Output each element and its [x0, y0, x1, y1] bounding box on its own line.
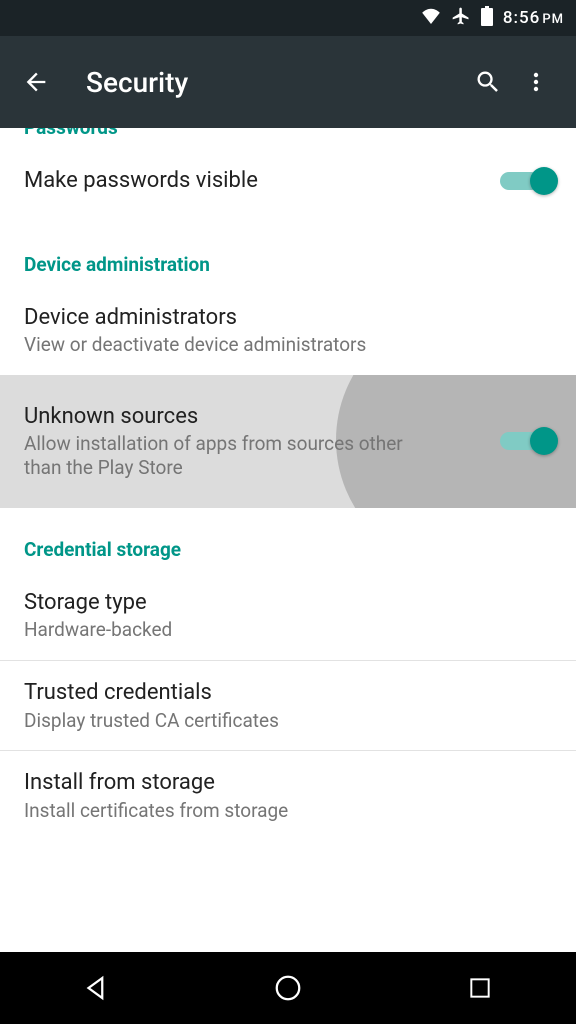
nav-back-button[interactable]	[76, 968, 116, 1008]
item-device-administrators[interactable]: Device administrators View or deactivate…	[0, 286, 576, 375]
wifi-icon	[421, 8, 441, 29]
item-storage-type[interactable]: Storage type Hardware-backed	[0, 571, 576, 660]
item-subtitle: Install certificates from storage	[24, 799, 552, 823]
item-title: Unknown sources	[24, 403, 480, 431]
toggle-unknown-sources[interactable]	[500, 427, 552, 455]
item-install-from-storage[interactable]: Install from storage Install certificate…	[0, 751, 576, 840]
back-button[interactable]	[16, 62, 56, 102]
item-unknown-sources[interactable]: Unknown sources Allow installation of ap…	[0, 375, 576, 508]
item-title: Device administrators	[24, 304, 552, 332]
nav-recent-button[interactable]	[460, 968, 500, 1008]
settings-list[interactable]: Passwords Make passwords visible Device …	[0, 128, 576, 952]
item-trusted-credentials[interactable]: Trusted credentials Display trusted CA c…	[0, 661, 576, 750]
overflow-menu-button[interactable]	[512, 58, 560, 106]
item-subtitle: Allow installation of apps from sources …	[24, 432, 414, 480]
navigation-bar	[0, 952, 576, 1024]
airplane-icon	[451, 6, 471, 31]
item-title: Make passwords visible	[24, 167, 480, 195]
nav-home-button[interactable]	[268, 968, 308, 1008]
item-subtitle: View or deactivate device administrators	[24, 333, 552, 357]
status-bar: 8:56PM	[0, 0, 576, 36]
item-subtitle: Hardware-backed	[24, 618, 552, 642]
page-title: Security	[86, 66, 464, 99]
search-button[interactable]	[464, 58, 512, 106]
item-subtitle: Display trusted CA certificates	[24, 709, 552, 733]
clock-time: 8:56PM	[503, 8, 564, 28]
item-make-passwords-visible[interactable]: Make passwords visible	[0, 149, 576, 213]
item-title: Storage type	[24, 589, 552, 617]
section-header-passwords: Passwords	[0, 128, 576, 149]
section-header-device-admin: Device administration	[0, 213, 576, 286]
section-header-credential-storage: Credential storage	[0, 508, 576, 571]
app-bar: Security	[0, 36, 576, 128]
item-title: Install from storage	[24, 769, 552, 797]
toggle-make-passwords-visible[interactable]	[500, 167, 552, 195]
item-title: Trusted credentials	[24, 679, 552, 707]
battery-icon	[481, 6, 493, 31]
